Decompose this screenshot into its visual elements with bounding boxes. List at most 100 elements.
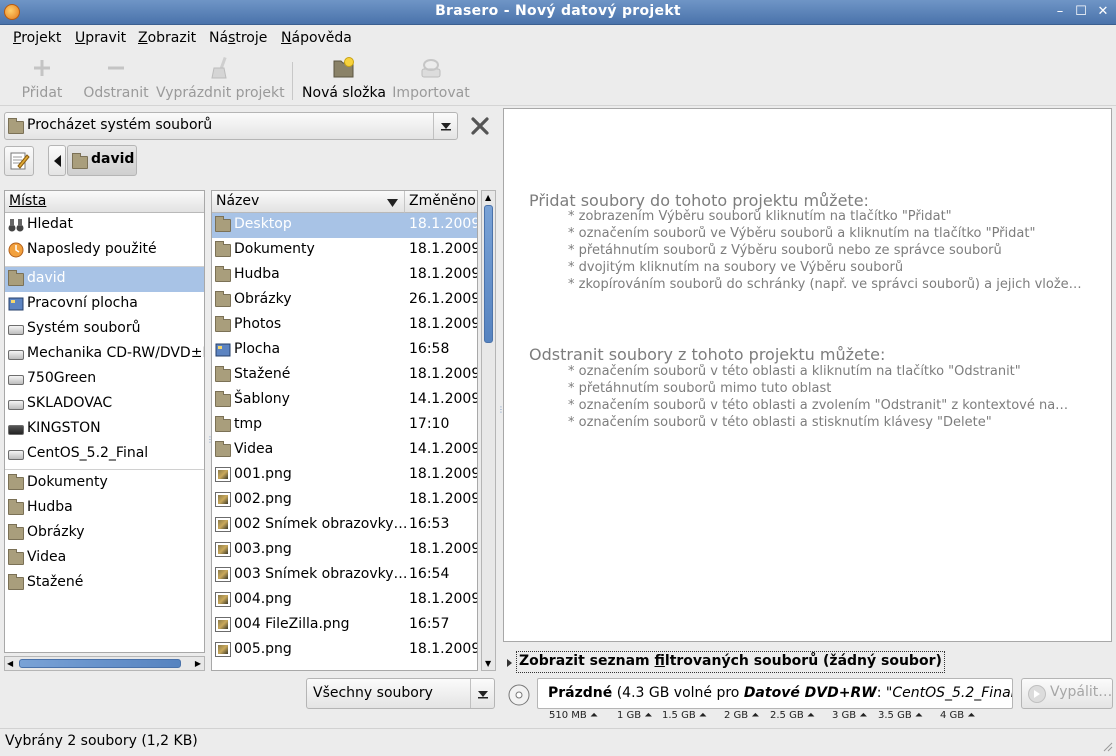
file-filter-combo[interactable]: Všechny soubory: [306, 678, 495, 709]
file-row[interactable]: Videa 14.1.2009: [212, 438, 477, 463]
place-dokumenty-label: Dokumenty: [27, 474, 108, 490]
place-filesystem[interactable]: Systém souborů: [5, 317, 204, 342]
file-row[interactable]: Stažené 18.1.2009: [212, 363, 477, 388]
file-row[interactable]: 005.png 18.1.2009: [212, 638, 477, 663]
resize-grip-icon[interactable]: [1101, 740, 1113, 752]
pane-splitter-handle[interactable]: ⋮: [497, 406, 505, 428]
file-row[interactable]: 004 FileZilla.png 16:57: [212, 613, 477, 638]
import-button[interactable]: Importovat: [392, 56, 470, 104]
file-name: 003 Snímek obrazovky…: [234, 566, 408, 582]
file-row[interactable]: 004.png 18.1.2009: [212, 588, 477, 613]
place-750green[interactable]: 750Green: [5, 367, 204, 392]
file-row[interactable]: Dokumenty 18.1.2009: [212, 238, 477, 263]
combo-arrow-icon: [470, 679, 494, 708]
type-location-button[interactable]: [4, 146, 34, 176]
remove-button[interactable]: Odstranit: [82, 56, 150, 104]
project-area[interactable]: Přidat soubory do tohoto projektu můžete…: [503, 108, 1112, 642]
folder-icon: [8, 118, 24, 134]
file-row[interactable]: Šablony 14.1.2009: [212, 388, 477, 413]
place-cd-drive[interactable]: Mechanika CD-RW/DVD±RW: [5, 342, 204, 367]
file-row[interactable]: 003.png 18.1.2009: [212, 538, 477, 563]
size-scale-tick: 510 MB ⏶: [549, 710, 598, 721]
disc-label-open: : ": [876, 685, 893, 701]
file-row[interactable]: Desktop 18.1.2009: [212, 213, 477, 238]
image-file-icon: [215, 467, 231, 483]
file-name: Stažené: [234, 366, 291, 382]
disc-eject-button[interactable]: [505, 681, 533, 707]
file-modified: 18.1.2009: [409, 366, 477, 382]
place-stazene[interactable]: Stažené: [5, 571, 204, 596]
files-vscrollbar[interactable]: ▲ ▼: [481, 190, 496, 671]
files-vscroll-thumb[interactable]: [484, 205, 493, 343]
path-button-home[interactable]: david: [67, 145, 137, 176]
place-home-label: david: [27, 270, 66, 286]
file-name: Videa: [234, 441, 274, 457]
file-row[interactable]: 003 Snímek obrazovky… 16:54: [212, 563, 477, 588]
place-obrazky[interactable]: Obrázky: [5, 521, 204, 546]
menu-zobrazit[interactable]: Zobrazit: [138, 30, 196, 46]
menu-upravit-mnemonic: U: [75, 30, 86, 46]
place-search[interactable]: Hledat: [5, 213, 204, 238]
file-row[interactable]: Photos 18.1.2009: [212, 313, 477, 338]
places-sidebar: Místa Hledat Naposledy použité david Pra…: [4, 190, 205, 653]
place-recent[interactable]: Naposledy použité: [5, 238, 204, 263]
file-row[interactable]: 002 Snímek obrazovky… 16:53: [212, 513, 477, 538]
place-dokumenty[interactable]: Dokumenty: [5, 471, 204, 496]
path-home-label: david: [91, 151, 135, 167]
file-row[interactable]: Obrázky 26.1.2009: [212, 288, 477, 313]
file-rows: Desktop 18.1.2009 Dokumenty 18.1.2009 Hudba 1…: [212, 213, 477, 670]
file-row[interactable]: 001.png 18.1.2009: [212, 463, 477, 488]
place-centos-disc[interactable]: CentOS_5.2_Final: [5, 442, 204, 467]
file-row[interactable]: tmp 17:10: [212, 413, 477, 438]
place-kingston[interactable]: KINGSTON: [5, 417, 204, 442]
folder-icon: [8, 549, 24, 566]
minimize-button[interactable]: –: [1052, 4, 1068, 20]
size-scale-tick: 1 GB ⏶: [617, 710, 653, 721]
menu-napoveda[interactable]: Nápověda: [281, 30, 352, 46]
browser-mode-combo[interactable]: Procházet systém souborů: [4, 112, 458, 140]
menu-projekt[interactable]: Projekt: [13, 30, 61, 46]
filtered-files-expander[interactable]: Zobrazit seznam filtrovaných souborů (žá…: [506, 651, 946, 673]
close-browser-icon[interactable]: [469, 115, 491, 137]
new-folder-button[interactable]: Nová složka: [302, 56, 386, 104]
places-header[interactable]: Místa: [5, 191, 204, 213]
file-name: Obrázky: [234, 291, 292, 307]
menu-nastroje[interactable]: Nástroje: [209, 30, 267, 46]
file-name: tmp: [234, 416, 263, 432]
menu-upravit[interactable]: Upravit: [75, 30, 126, 46]
size-scale-tick: 4 GB ⏶: [940, 710, 976, 721]
file-row[interactable]: Hudba 18.1.2009: [212, 263, 477, 288]
path-back-button[interactable]: [48, 145, 66, 176]
column-header-name[interactable]: Název: [212, 191, 405, 213]
file-modified: 16:57: [409, 616, 450, 632]
chevron-left-icon: ◀: [7, 659, 14, 668]
add-button[interactable]: Přidat: [18, 56, 66, 104]
places-hscroll-thumb[interactable]: [19, 659, 181, 668]
disc-info-box[interactable]: Prázdné (4.3 GB volné pro Datové DVD+RW:…: [537, 678, 1013, 709]
remove-hint-line: * přetáhnutím souborů mimo tuto oblast: [568, 381, 832, 396]
burn-button[interactable]: Vypálit…: [1021, 678, 1113, 709]
image-file-icon: [215, 542, 231, 558]
clear-project-button[interactable]: Vyprázdnit projekt: [156, 56, 285, 104]
places-splitter-handle[interactable]: ⋮: [206, 436, 214, 458]
folder-icon: [215, 441, 231, 458]
file-row[interactable]: 002.png 18.1.2009: [212, 488, 477, 513]
place-skladovac[interactable]: SKLADOVAC: [5, 392, 204, 417]
place-home[interactable]: david: [5, 267, 204, 292]
place-desktop[interactable]: Pracovní plocha: [5, 292, 204, 317]
place-videa[interactable]: Videa: [5, 546, 204, 571]
places-hscrollbar[interactable]: ◀ ▶: [4, 656, 205, 671]
file-row[interactable]: Plocha 16:58: [212, 338, 477, 363]
column-header-modified[interactable]: Změněno: [405, 191, 477, 213]
folder-icon: [8, 524, 24, 541]
size-scale-tick: 1.5 GB ⏶: [662, 710, 707, 721]
place-hudba[interactable]: Hudba: [5, 496, 204, 521]
maximize-button[interactable]: ☐: [1073, 4, 1089, 20]
filtered-files-rest: iltrovaných souborů (žádný soubor): [664, 653, 942, 669]
file-modified: 18.1.2009: [409, 466, 477, 482]
drive-icon: [8, 371, 24, 387]
close-window-button[interactable]: ✕: [1095, 4, 1111, 20]
file-modified: 14.1.2009: [409, 441, 477, 457]
browser-mode-value: Procházet systém souborů: [27, 117, 213, 133]
file-name: Photos: [234, 316, 282, 332]
